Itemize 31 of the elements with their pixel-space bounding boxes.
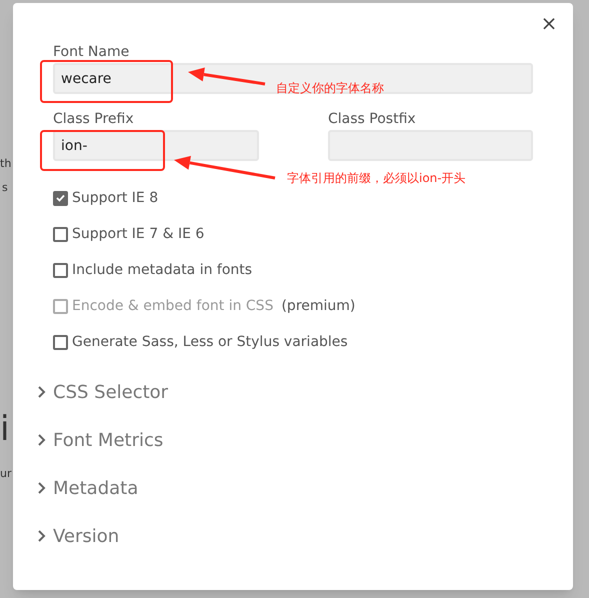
background-text: s [2, 182, 8, 193]
chevron-icon [37, 529, 47, 543]
checkbox[interactable] [53, 334, 68, 350]
background-text: th [0, 158, 12, 169]
background-text: ur [0, 468, 12, 479]
class-postfix-field[interactable] [328, 130, 533, 161]
checkbox[interactable] [53, 262, 68, 278]
section-header[interactable]: Version [37, 521, 533, 551]
checkmark-icon [56, 194, 65, 202]
option-label: Encode & embed font in CSS [72, 296, 274, 316]
annotation-text: 自定义你的字体名称 [276, 80, 384, 97]
checkbox[interactable] [53, 226, 68, 242]
section-header[interactable]: Font Metrics [37, 425, 533, 455]
chevron-icon [37, 481, 47, 495]
annotation-text: 字体引用的前缀，必须以ion-开头 [287, 170, 466, 187]
option-label: Support IE 7 & IE 6 [72, 224, 204, 244]
background-text: i [0, 412, 10, 446]
field-label: Class Postfix [328, 112, 417, 126]
field-label: Font Name [53, 45, 130, 59]
field-label: Class Prefix [53, 112, 134, 126]
premium-note: (premium) [281, 296, 356, 316]
option-label: Generate Sass, Less or Stylus variables [72, 332, 348, 352]
section-header[interactable]: CSS Selector [37, 377, 533, 407]
class-prefix-field[interactable]: ion- [53, 130, 259, 161]
option-label: Include metadata in fonts [72, 260, 252, 280]
chevron-icon [37, 385, 47, 399]
option-label: Support IE 8 [72, 188, 158, 208]
close-button[interactable]: × [537, 11, 561, 35]
chevron-icon [37, 433, 47, 447]
checkbox[interactable] [53, 190, 68, 206]
section-header[interactable]: Metadata [37, 473, 533, 503]
